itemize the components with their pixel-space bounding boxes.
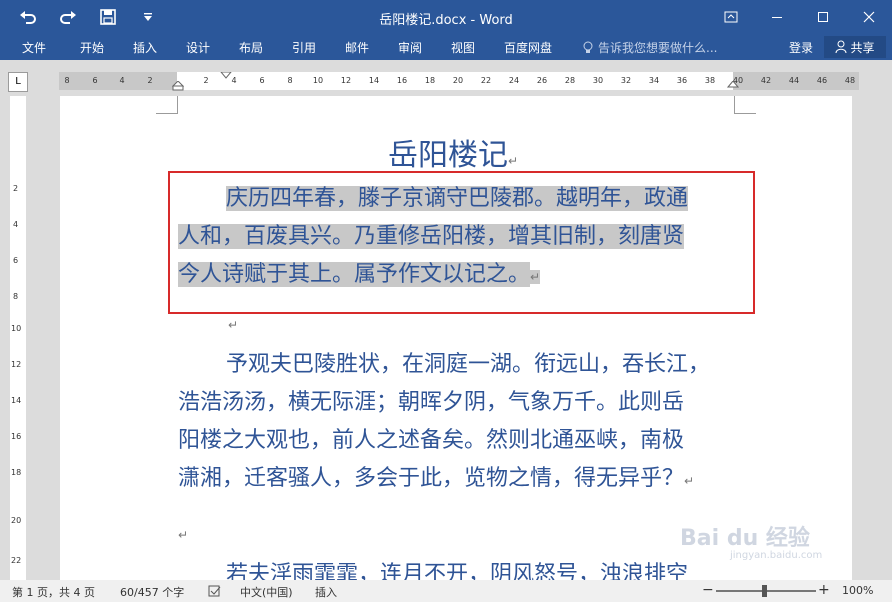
tab-selector[interactable]: L	[8, 72, 28, 92]
lightbulb-icon	[583, 41, 593, 53]
ruler-tick: 16	[11, 432, 22, 441]
paragraph-mark: ↵	[684, 474, 695, 488]
watermark-text: Bai du 经验	[680, 526, 810, 551]
share-label: 共享	[850, 40, 875, 55]
ribbon-tabs: 文件 开始 插入 设计 布局 引用 邮件 审阅 视图 百度网盘 告诉我您想要做什…	[0, 34, 892, 60]
text-line: 予观夫巴陵胜状，在洞庭一湖。衔远山，吞长江，	[226, 352, 711, 377]
ruler-tick: 8	[64, 76, 70, 85]
tab-design[interactable]: 设计	[186, 39, 210, 56]
tab-baidu-netdisk[interactable]: 百度网盘	[504, 39, 552, 56]
tab-layout[interactable]: 布局	[239, 39, 263, 56]
ruler-tick: 8	[287, 76, 293, 85]
ruler-tick: 36	[676, 76, 688, 85]
vertical-scrollbar[interactable]	[864, 96, 884, 580]
status-bar: 第 1 页，共 4 页 60/457 个字 中文(中国) 插入 − + 100%	[0, 580, 892, 602]
tab-review[interactable]: 审阅	[398, 39, 422, 56]
tell-me-text: 告诉我您想要做什么...	[598, 41, 718, 55]
ruler-tick: 10	[11, 324, 22, 333]
document-heading[interactable]: 岳阳楼记↵	[388, 130, 518, 174]
tab-view[interactable]: 视图	[451, 39, 475, 56]
ruler-tick: 44	[788, 76, 800, 85]
ruler-tick: 12	[340, 76, 352, 85]
right-indent-marker[interactable]	[727, 81, 739, 89]
crop-mark	[156, 96, 178, 114]
ruler-tick: 22	[11, 556, 22, 565]
ruler-tick: 14	[11, 396, 22, 405]
ruler-tick: 38	[704, 76, 716, 85]
ruler-tick: 12	[11, 360, 22, 369]
login-link[interactable]: 登录	[789, 39, 813, 56]
title-bar: 岳阳楼记.docx - Word	[0, 0, 892, 34]
ruler-tick: 2	[13, 184, 19, 193]
vertical-ruler[interactable]: 2 4 6 8 10 12 14 16 18 20 22	[10, 96, 26, 580]
tab-file[interactable]: 文件	[22, 39, 46, 56]
tell-me-box[interactable]: 告诉我您想要做什么...	[582, 39, 717, 56]
zoom-slider-thumb[interactable]	[762, 585, 767, 597]
heading-text: 岳阳楼记	[388, 138, 508, 173]
ruler-tick: 2	[203, 76, 209, 85]
ruler-tick: 18	[424, 76, 436, 85]
close-icon[interactable]	[846, 0, 892, 34]
text-line: 潇湘，迁客骚人，多会于此，览物之情，得无异乎？	[178, 466, 685, 491]
ruler-tick: 16	[396, 76, 408, 85]
crop-mark	[734, 96, 756, 114]
document-page[interactable]: 岳阳楼记↵ 庆历四年春，滕子京谪守巴陵郡。越明年，政通 人和，百废具兴。乃重修岳…	[60, 96, 852, 587]
ruler-tick: 28	[564, 76, 576, 85]
empty-paragraph-mark: ↵	[228, 318, 239, 332]
ruler-tick: 22	[480, 76, 492, 85]
ruler-tick: 10	[312, 76, 324, 85]
paragraph-2[interactable]: 予观夫巴陵胜状，在洞庭一湖。衔远山，吞长江， 浩浩汤汤，横无际涯；朝晖夕阴，气象…	[178, 346, 738, 500]
ribbon-display-icon[interactable]	[708, 0, 754, 34]
baidu-jingyan-watermark: Bai du 经验 jingyan.baidu.com	[680, 520, 822, 561]
input-mode[interactable]: 插入	[315, 584, 337, 600]
watermark-url: jingyan.baidu.com	[730, 550, 823, 561]
text-line: 阳楼之大观也，前人之述备矣。然则北通巫峡，南极	[178, 428, 685, 453]
tab-mailings[interactable]: 邮件	[345, 39, 369, 56]
language-indicator[interactable]: 中文(中国)	[240, 584, 293, 600]
zoom-level[interactable]: 100%	[842, 584, 873, 597]
ruler-tick: 6	[259, 76, 265, 85]
ruler-tick: 24	[508, 76, 520, 85]
ruler-tick: 34	[648, 76, 660, 85]
left-indent-marker[interactable]	[172, 81, 184, 91]
ruler-tick: 4	[119, 76, 125, 85]
page-count[interactable]: 第 1 页，共 4 页	[12, 584, 95, 600]
ruler-tick: 4	[13, 220, 19, 229]
ruler-tick: 30	[592, 76, 604, 85]
proofing-icon[interactable]	[208, 585, 222, 597]
ruler-tick: 6	[92, 76, 98, 85]
ruler-tick: 26	[536, 76, 548, 85]
ruler-tick: 42	[760, 76, 772, 85]
text-line: 浩浩汤汤，横无际涯；朝晖夕阴，气象万千。此则岳	[178, 390, 685, 415]
tab-insert[interactable]: 插入	[133, 39, 157, 56]
paragraph-mark: ↵	[508, 154, 519, 168]
ruler-tick: 32	[620, 76, 632, 85]
ruler-tick: 20	[11, 516, 22, 525]
tab-home[interactable]: 开始	[80, 39, 104, 56]
ruler-tick: 46	[816, 76, 828, 85]
ruler-row: L 8 6 4 2 2 4 6 8 10 12 14 16 18 20 22 2…	[0, 68, 892, 96]
first-line-indent-marker[interactable]	[220, 72, 232, 80]
zoom-out-button[interactable]: −	[702, 582, 714, 598]
ruler-tick: 2	[147, 76, 153, 85]
ruler-tick: 18	[11, 468, 22, 477]
ruler-tick: 4	[231, 76, 237, 85]
highlight-annotation-box	[168, 171, 755, 314]
person-icon	[835, 40, 847, 54]
share-button[interactable]: 共享	[824, 36, 886, 58]
ruler-tick: 14	[368, 76, 380, 85]
ruler-tick: 48	[844, 76, 856, 85]
ruler-tick: 8	[13, 292, 19, 301]
minimize-icon[interactable]	[754, 0, 800, 34]
empty-paragraph-mark: ↵	[178, 528, 189, 542]
zoom-in-button[interactable]: +	[818, 582, 830, 598]
maximize-icon[interactable]	[800, 0, 846, 34]
horizontal-ruler[interactable]: 8 6 4 2 2 4 6 8 10 12 14 16 18 20 22 24 …	[59, 72, 859, 91]
tab-references[interactable]: 引用	[292, 39, 316, 56]
ruler-tick: 20	[452, 76, 464, 85]
word-count[interactable]: 60/457 个字	[120, 584, 184, 600]
ruler-tick: 6	[13, 256, 19, 265]
